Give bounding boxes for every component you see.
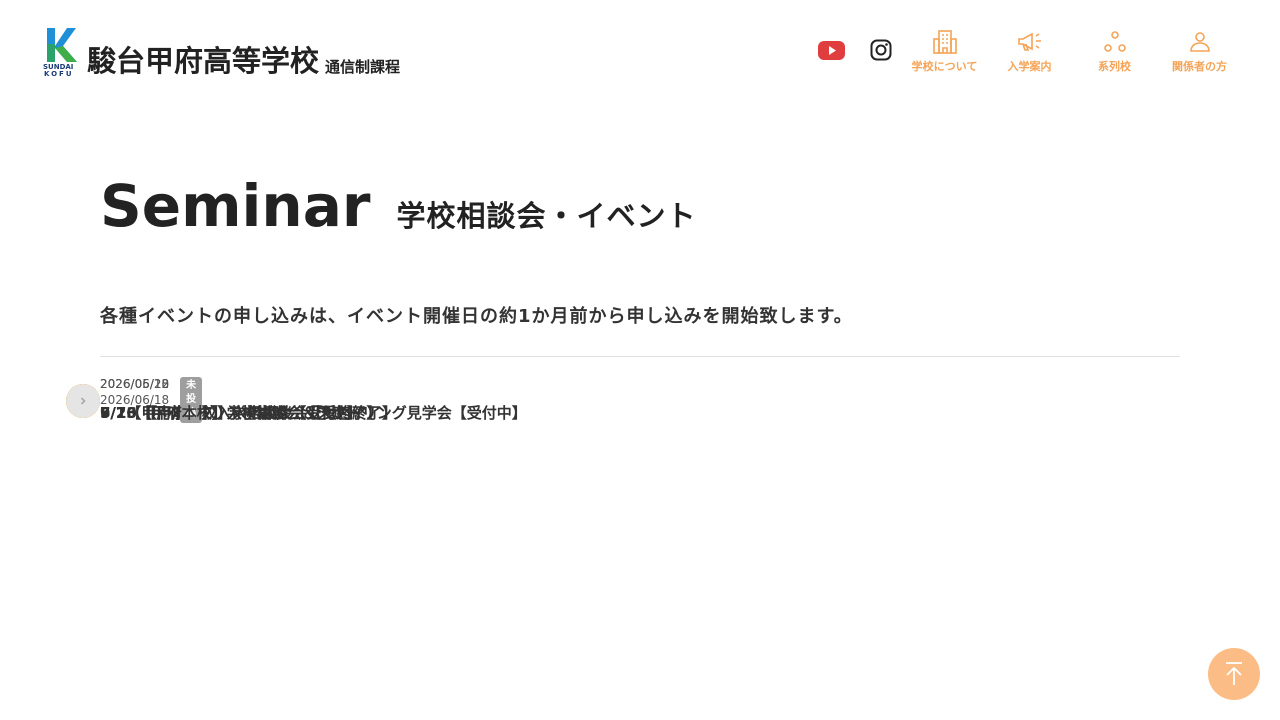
nav-label: 系列校 xyxy=(1098,60,1131,73)
page-title-ja: 学校相談会・イベント xyxy=(396,199,697,233)
back-to-top-button[interactable] xyxy=(1208,648,1260,700)
nav-label: 学校について xyxy=(911,60,978,73)
nav-item-admission[interactable]: 入学案内 xyxy=(987,28,1072,74)
building-icon xyxy=(931,28,959,56)
lead-text: 各種イベントの申し込みは、イベント開催日の約1か月前から申し込みを開始致します。 xyxy=(100,306,853,327)
nav-label: 入学案内 xyxy=(1007,60,1052,73)
site-header: SUNDAI KOFU 駿台甲府高等学校 通信制課程 学校について 入学案内 系… xyxy=(0,0,1280,100)
chevron-right-icon xyxy=(66,384,100,418)
network-icon xyxy=(1101,28,1129,56)
school-name: 駿台甲府高等学校 xyxy=(87,44,320,78)
nav-label: 関係者の方 xyxy=(1172,60,1227,73)
arrow-up-icon xyxy=(1226,662,1242,685)
nav-item-stakeholders[interactable]: 関係者の方 xyxy=(1157,28,1242,74)
person-icon xyxy=(1186,28,1214,56)
nav-item-affiliates[interactable]: 系列校 xyxy=(1072,28,1157,74)
logo-mark-icon: SUNDAI KOFU xyxy=(43,24,79,78)
instagram-link[interactable] xyxy=(866,36,896,64)
svg-text:KOFU: KOFU xyxy=(44,70,74,76)
megaphone-icon xyxy=(1016,28,1044,56)
event-list: 2026/05/12 5/16 【甲府本校】入学相談会【受付終了】 2026/0… xyxy=(66,356,1180,423)
course-name: 通信制課程 xyxy=(325,58,401,76)
instagram-icon xyxy=(870,39,892,61)
page-title-en: Seminar xyxy=(100,172,371,240)
global-nav: 学校について 入学案内 系列校 関係者の方 xyxy=(902,28,1242,74)
nav-item-about[interactable]: 学校について xyxy=(902,28,987,74)
event-title: 9/13【甲府本校】入学相談会【予定】 xyxy=(100,404,362,422)
youtube-link[interactable] xyxy=(816,36,846,64)
youtube-icon xyxy=(817,40,845,60)
site-logo[interactable]: SUNDAI KOFU 駿台甲府高等学校 通信制課程 xyxy=(43,24,401,78)
page-title: Seminar 学校相談会・イベント xyxy=(100,172,696,240)
